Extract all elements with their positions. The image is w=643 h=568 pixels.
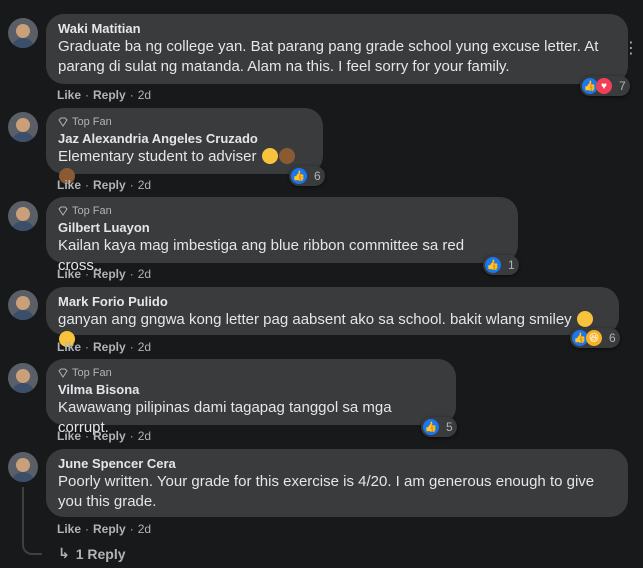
comment-author[interactable]: Vilma Bisona (58, 382, 444, 398)
comment-actions: Like · Reply · 2d (57, 428, 151, 444)
more-options-icon[interactable]: ⋮ (623, 38, 639, 58)
reaction-summary[interactable]: 👍 😆 6 (570, 328, 620, 348)
avatar[interactable] (8, 290, 38, 320)
diamond-icon (58, 117, 68, 127)
diamond-icon (58, 368, 68, 378)
separator: · (85, 522, 90, 536)
reaction-count: 6 (609, 331, 616, 345)
reply-thread-line (22, 487, 42, 555)
comment-author[interactable]: Waki Matitian (58, 21, 616, 37)
comment-bubble: Top Fan Gilbert Luayon Kailan kaya mag i… (46, 197, 518, 274)
reply-button[interactable]: Reply (93, 340, 126, 354)
like-button[interactable]: Like (57, 267, 81, 281)
reaction-summary[interactable]: 👍 5 (421, 417, 457, 437)
reaction-count: 1 (508, 258, 515, 272)
top-fan-label: Top Fan (72, 205, 112, 217)
previous-comment-actions (0, 0, 643, 6)
avatar[interactable] (8, 452, 38, 482)
timestamp[interactable]: 2d (138, 88, 151, 102)
timestamp[interactable]: 2d (138, 267, 151, 281)
reply-button[interactable]: Reply (93, 267, 126, 281)
like-icon: 👍 (291, 168, 307, 184)
comment-actions: Like · Reply · 2d (57, 339, 151, 355)
comment-author[interactable]: Mark Forio Pulido (58, 294, 607, 310)
separator: · (129, 429, 134, 443)
separator: · (129, 267, 134, 281)
timestamp[interactable]: 2d (138, 340, 151, 354)
timestamp[interactable]: 2d (138, 522, 151, 536)
reply-button[interactable]: Reply (93, 522, 126, 536)
comment-text: Graduate ba ng college yan. Bat parang p… (58, 38, 599, 75)
separator: · (85, 340, 90, 354)
separator: · (85, 178, 90, 192)
comment-text-content: Elementary student to adviser (58, 148, 257, 165)
reaction-summary[interactable]: 👍 6 (289, 166, 325, 186)
comment-bubble: Top Fan Vilma Bisona Kawawang pilipinas … (46, 359, 456, 436)
separator: · (129, 88, 134, 102)
separator: · (85, 267, 90, 281)
comment-author[interactable]: Jaz Alexandria Angeles Cruzado (58, 131, 311, 147)
like-button[interactable]: Like (57, 522, 81, 536)
love-icon: ♥ (596, 78, 612, 94)
top-fan-badge: Top Fan (58, 204, 506, 218)
avatar[interactable] (8, 201, 38, 231)
diamond-icon (58, 206, 68, 216)
avatar[interactable] (8, 363, 38, 393)
timestamp[interactable]: 2d (138, 178, 151, 192)
reply-button[interactable]: Reply (93, 88, 126, 102)
like-button[interactable]: Like (57, 88, 81, 102)
reaction-count: 6 (314, 169, 321, 183)
grin-emoji-icon (576, 311, 593, 327)
haha-icon: 😆 (586, 330, 602, 346)
timestamp[interactable]: 2d (138, 429, 151, 443)
reply-button[interactable]: Reply (93, 178, 126, 192)
top-fan-badge: Top Fan (58, 366, 444, 380)
reaction-summary[interactable]: 👍 ♥ 7 (580, 76, 630, 96)
poop-emoji-icon (278, 148, 295, 164)
separator: · (85, 88, 90, 102)
like-button[interactable]: Like (57, 429, 81, 443)
separator: · (129, 522, 134, 536)
like-button[interactable]: Like (57, 340, 81, 354)
comment-bubble: Mark Forio Pulido ganyan ang gngwa kong … (46, 287, 619, 347)
comment-bubble: Waki Matitian Graduate ba ng college yan… (46, 14, 628, 84)
comment-actions: Like · Reply · 2d (57, 521, 151, 537)
like-button[interactable]: Like (57, 178, 81, 192)
top-fan-label: Top Fan (72, 367, 112, 379)
reaction-count: 7 (619, 79, 626, 93)
separator: · (85, 429, 90, 443)
comment-actions: Like · Reply · 2d (57, 87, 151, 103)
comment-author[interactable]: June Spencer Cera (58, 456, 616, 472)
top-fan-label: Top Fan (72, 116, 112, 128)
comment-bubble: Top Fan Jaz Alexandria Angeles Cruzado E… (46, 108, 323, 184)
separator: · (129, 178, 134, 192)
reaction-summary[interactable]: 👍 1 (483, 255, 519, 275)
comment-actions: Like · Reply · 2d (57, 266, 151, 282)
view-replies-label: 1 Reply (75, 545, 126, 562)
top-fan-badge: Top Fan (58, 115, 311, 129)
avatar[interactable] (8, 18, 38, 48)
grin-emoji-icon (261, 148, 278, 164)
comment-bubble: June Spencer Cera Poorly written. Your g… (46, 449, 628, 517)
comment-actions: Like · Reply · 2d (57, 177, 151, 193)
separator: · (129, 340, 134, 354)
comment-text-content: ganyan ang gngwa kong letter pag aabsent… (58, 311, 572, 328)
reply-arrow-icon: ↳ (58, 545, 70, 561)
reply-button[interactable]: Reply (93, 429, 126, 443)
view-replies-link[interactable]: ↳ 1 Reply (58, 545, 126, 562)
comment-text: Poorly written. Your grade for this exer… (58, 473, 595, 510)
reaction-count: 5 (446, 420, 453, 434)
comment-author[interactable]: Gilbert Luayon (58, 220, 506, 236)
like-icon: 👍 (485, 257, 501, 273)
avatar[interactable] (8, 112, 38, 142)
like-icon: 👍 (423, 419, 439, 435)
